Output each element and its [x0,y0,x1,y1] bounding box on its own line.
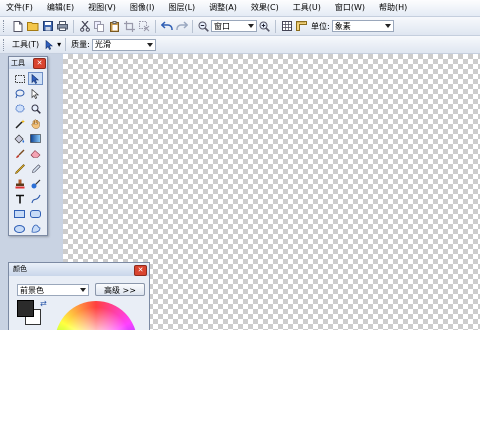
quality-value: 光滑 [94,40,111,49]
menu-file[interactable]: 文件(F) [0,0,41,16]
grid-icon[interactable] [280,20,293,33]
menu-window[interactable]: 窗口(W) [329,0,373,16]
main-toolbar: 窗口 单位: 象素 [0,17,480,36]
print-icon[interactable] [56,20,69,33]
menu-layers[interactable]: 图层(L) [162,0,203,16]
toolbar-grip[interactable] [3,20,7,32]
advanced-button[interactable]: 高级 >> [95,283,145,296]
rounded-rectangle-tool-icon[interactable] [28,207,43,220]
colors-window: 颜色 ✕ 前景色 高级 >> ⇄ [8,262,150,330]
color-target-value: 前景色 [20,285,44,295]
current-tool-arrow-icon[interactable] [42,38,55,51]
lasso-tool-icon[interactable] [12,87,27,100]
rectangle-select-tool-icon[interactable] [12,72,27,85]
menu-edit[interactable]: 编辑(E) [41,0,82,16]
swap-colors-icon[interactable]: ⇄ [40,299,47,308]
cut-icon[interactable] [78,20,91,33]
menu-image[interactable]: 图像(I) [124,0,163,16]
zoom-tool-icon[interactable] [28,102,43,115]
text-tool-icon[interactable] [12,192,27,205]
primary-color-swatch[interactable] [17,300,34,317]
new-file-icon[interactable] [11,20,24,33]
copy-icon[interactable] [93,20,106,33]
rectangle-tool-icon[interactable] [12,207,27,220]
quality-combo[interactable]: 光滑 [91,38,156,51]
menu-adjustments[interactable]: 调整(A) [203,0,245,16]
tools-window-titlebar[interactable]: 工具 ✕ [9,57,47,69]
toolbar-separator [192,19,193,33]
zoom-out-icon[interactable] [197,20,210,33]
crop-to-selection-icon[interactable] [123,20,136,33]
redo-icon[interactable] [175,20,188,33]
toolbar-separator [73,19,74,33]
save-icon[interactable] [41,20,54,33]
pan-hand-tool-icon[interactable] [28,117,43,130]
tools-grid [9,69,47,238]
chevron-down-icon [146,42,153,47]
pencil-tool-icon[interactable] [12,162,27,175]
tools-window-title: 工具 [11,59,25,67]
colors-window-title: 颜色 [13,265,27,273]
close-icon[interactable]: ✕ [134,265,147,276]
tool-options-toolbar: 工具(T) ▾ 质量: 光滑 [0,36,480,54]
toolbar-separator [275,19,276,33]
ruler-icon[interactable] [295,20,308,33]
paste-icon[interactable] [108,20,121,33]
gradient-tool-icon[interactable] [28,132,43,145]
quality-label: 质量: [71,40,90,49]
clone-stamp-tool-icon[interactable] [12,177,27,190]
chevron-down-icon [248,24,254,28]
color-wheel[interactable] [55,301,137,330]
deselect-icon[interactable] [138,20,151,33]
move-pixels-tool-icon[interactable] [28,87,43,100]
ellipse-tool-icon[interactable] [12,222,27,235]
zoom-in-icon[interactable] [258,20,271,33]
recolor-tool-icon[interactable] [28,177,43,190]
undo-icon[interactable] [160,20,173,33]
toolbar-separator [65,38,67,51]
chevron-down-icon [384,24,391,28]
zoom-value: 窗口 [214,21,230,31]
paintbrush-tool-icon[interactable] [12,147,27,160]
line-curve-tool-icon[interactable] [28,192,43,205]
magic-wand-tool-icon[interactable] [12,117,27,130]
menu-help[interactable]: 帮助(H) [373,0,415,16]
units-value: 象素 [334,21,351,31]
units-combo[interactable]: 象素 [331,20,394,32]
ellipse-select-tool-icon[interactable] [12,102,27,115]
toolbar-separator [155,19,156,33]
move-selection-tool-icon[interactable] [28,72,43,85]
paint-bucket-tool-icon[interactable] [12,132,27,145]
chevron-down-icon [80,288,86,292]
menu-effects[interactable]: 效果(C) [245,0,287,16]
color-target-combo[interactable]: 前景色 [17,284,89,296]
tools-window: 工具 ✕ [8,56,48,236]
eraser-tool-icon[interactable] [28,147,43,160]
paint-app-window: 文件(F) 编辑(E) 视图(V) 图像(I) 图层(L) 调整(A) 效果(C… [0,0,480,330]
primary-secondary-swatches [17,300,41,325]
toolbar-grip[interactable] [3,38,7,51]
colors-window-titlebar[interactable]: 颜色 ✕ [9,263,149,276]
units-label: 单位: [311,21,330,31]
tool-menu-label[interactable]: 工具(T) [12,39,39,50]
menubar: 文件(F) 编辑(E) 视图(V) 图像(I) 图层(L) 调整(A) 效果(C… [0,0,480,17]
menu-view[interactable]: 视图(V) [82,0,124,16]
freeform-shape-tool-icon[interactable] [28,222,43,235]
tool-dropdown-icon[interactable]: ▾ [57,40,61,49]
zoom-combo[interactable]: 窗口 [211,20,257,32]
close-icon[interactable]: ✕ [33,58,46,69]
color-picker-tool-icon[interactable] [28,162,43,175]
open-folder-icon[interactable] [26,20,39,33]
menu-tools[interactable]: 工具(U) [287,0,329,16]
